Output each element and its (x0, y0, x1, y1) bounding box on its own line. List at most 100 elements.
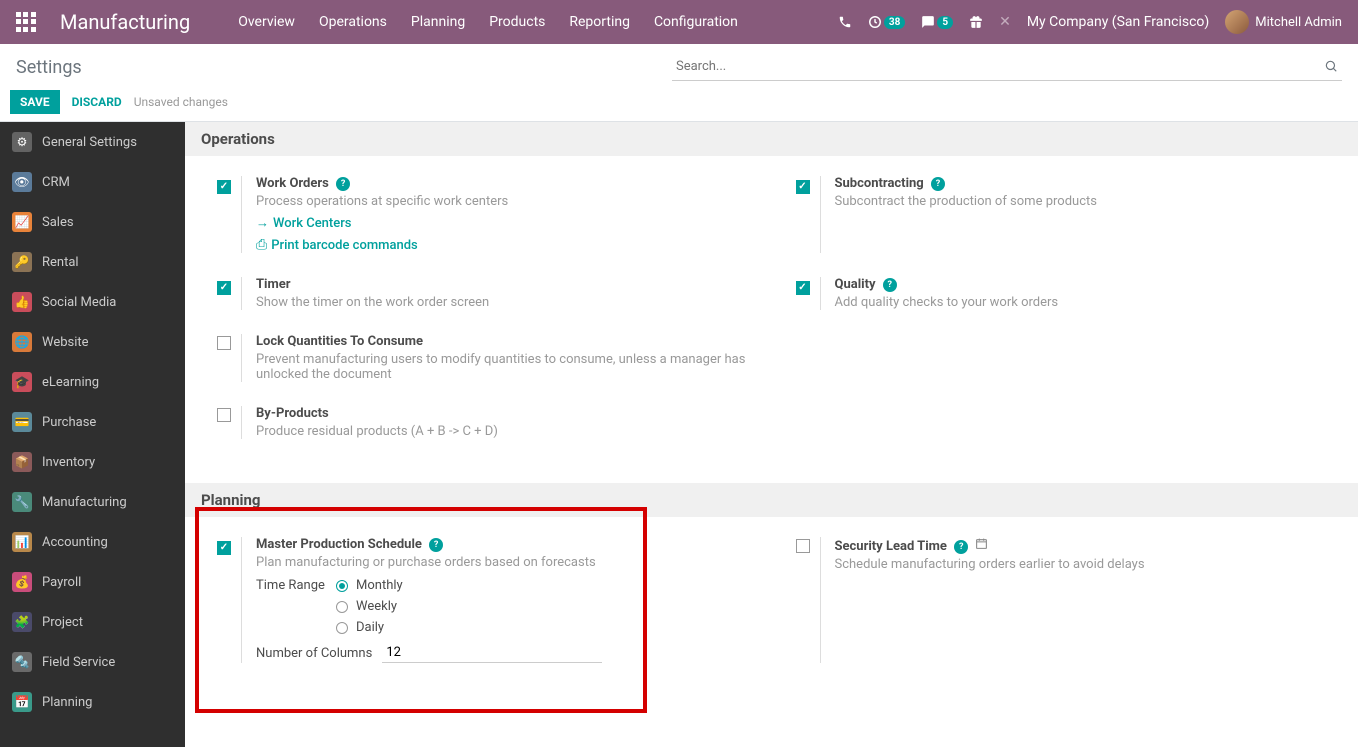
apps-grid-icon[interactable] (16, 12, 36, 32)
help-icon[interactable]: ? (429, 538, 443, 552)
general-settings-icon: ⚙ (12, 132, 32, 152)
sidebar-item-rental[interactable]: 🔑Rental (0, 242, 185, 282)
sidebar-item-label: Planning (42, 695, 92, 710)
radio-weekly[interactable] (336, 601, 348, 613)
mps-label: Master Production Schedule (256, 537, 422, 552)
main-layout: ⚙ General Settings 👁 CRM 📈Sales🔑Rental👍Socia… (0, 122, 1358, 747)
sidebar-item-sales[interactable]: 📈Sales (0, 202, 185, 242)
checkbox-byproducts[interactable] (217, 408, 231, 422)
sidebar-item-manufacturing[interactable]: 🔧Manufacturing (0, 482, 185, 522)
section-operations: Work Orders ? Process operations at spec… (201, 156, 1358, 483)
project-icon: 🧩 (12, 612, 32, 632)
sidebar-item-label: Inventory (42, 455, 95, 470)
sidebar-item-inventory[interactable]: 📦 Inventory (0, 442, 185, 482)
help-icon[interactable]: ? (336, 177, 350, 191)
accounting-icon: 📊 (12, 532, 32, 552)
nav-reporting[interactable]: Reporting (569, 14, 630, 30)
sidebar-item-label: CRM (42, 175, 70, 190)
action-bar: SAVE DISCARD Unsaved changes (0, 90, 1358, 122)
sidebar-item-label: Purchase (42, 415, 96, 430)
help-icon[interactable]: ? (883, 278, 897, 292)
website-icon: 🌐 (12, 332, 32, 352)
calendar-icon (975, 539, 988, 554)
sidebar-item-project[interactable]: 🧩 Project (0, 602, 185, 642)
activity-icon[interactable]: 38 (868, 15, 905, 29)
work-orders-desc: Process operations at specific work cent… (256, 194, 764, 209)
navbar-right: 38 5 ✕ My Company (San Francisco) Mitche… (838, 10, 1342, 34)
checkbox-quality[interactable] (796, 281, 810, 295)
timer-desc: Show the timer on the work order screen (256, 295, 764, 310)
phone-icon[interactable] (838, 15, 852, 29)
section-planning-header: Planning (185, 483, 1358, 517)
sidebar-item-planning[interactable]: 📅Planning (0, 682, 185, 722)
crm-icon: 👁 (12, 172, 32, 192)
link-work-centers[interactable]: Work Centers (256, 215, 764, 231)
manufacturing-icon: 🔧 (12, 492, 32, 512)
sidebar-item-accounting[interactable]: 📊 Accounting (0, 522, 185, 562)
company-name[interactable]: My Company (San Francisco) (1027, 14, 1209, 30)
setting-subcontracting: Subcontracting ? Subcontract the product… (780, 176, 1358, 277)
sidebar-item-label: Accounting (42, 535, 108, 550)
radio-daily[interactable] (336, 622, 348, 634)
sidebar-item-label: Payroll (42, 575, 81, 590)
subcontracting-label: Subcontracting (835, 176, 924, 191)
search-icon[interactable] (1324, 59, 1338, 77)
checkbox-subcontracting[interactable] (796, 180, 810, 194)
num-cols-input[interactable] (382, 643, 602, 663)
chat-icon[interactable]: 5 (921, 15, 953, 29)
num-cols-label: Number of Columns (256, 646, 372, 661)
quality-desc: Add quality checks to your work orders (835, 295, 1343, 310)
sidebar-item-general-settings[interactable]: ⚙ General Settings (0, 122, 185, 162)
sidebar-item-label: Website (42, 335, 89, 350)
inventory-icon: 📦 (12, 452, 32, 472)
time-range-group: Time Range Monthly Weekly Daily (256, 578, 764, 635)
sidebar-item-purchase[interactable]: 💳Purchase (0, 402, 185, 442)
save-button[interactable]: SAVE (10, 90, 60, 114)
nav-configuration[interactable]: Configuration (654, 14, 738, 30)
search-box (672, 53, 1342, 81)
rental-icon: 🔑 (12, 252, 32, 272)
setting-lock-quantities: Lock Quantities To Consume Prevent manuf… (201, 334, 780, 406)
social-media-icon: 👍 (12, 292, 32, 312)
sidebar-item-elearning[interactable]: 🎓eLearning (0, 362, 185, 402)
checkbox-timer[interactable] (217, 281, 231, 295)
nav-products[interactable]: Products (489, 14, 545, 30)
setting-security-lead-time: Security Lead Time ? Schedule manufactur… (780, 537, 1358, 687)
elearning-icon: 🎓 (12, 372, 32, 392)
gift-icon[interactable] (969, 15, 983, 29)
sidebar-item-crm[interactable]: 👁 CRM (0, 162, 185, 202)
nav-menu: Overview Operations Planning Products Re… (238, 14, 838, 30)
user-menu[interactable]: Mitchell Admin (1225, 10, 1342, 34)
sales-icon: 📈 (12, 212, 32, 232)
nav-planning[interactable]: Planning (411, 14, 465, 30)
checkbox-security-lead-time[interactable] (796, 539, 810, 553)
radio-monthly[interactable] (336, 580, 348, 592)
sidebar-item-label: Project (42, 615, 83, 630)
work-orders-label: Work Orders (256, 176, 329, 191)
nav-operations[interactable]: Operations (319, 14, 387, 30)
sidebar-item-field-service[interactable]: 🔩Field Service (0, 642, 185, 682)
app-brand: Manufacturing (60, 10, 190, 34)
mps-desc: Plan manufacturing or purchase orders ba… (256, 555, 764, 570)
help-icon[interactable]: ? (931, 177, 945, 191)
help-icon[interactable]: ? (954, 540, 968, 554)
link-print-barcode[interactable]: Print barcode commands (256, 237, 764, 253)
checkbox-mps[interactable] (217, 541, 231, 555)
sidebar-item-website[interactable]: 🌐 Website (0, 322, 185, 362)
setting-byproducts: By-Products Produce residual products (A… (201, 406, 780, 463)
byproducts-desc: Produce residual products (A + B -> C + … (256, 424, 764, 439)
checkbox-work-orders[interactable] (217, 180, 231, 194)
sidebar-item-social-media[interactable]: 👍Social Media (0, 282, 185, 322)
lock-quantities-desc: Prevent manufacturing users to modify qu… (256, 352, 764, 382)
checkbox-lock-quantities[interactable] (217, 336, 231, 350)
radio-monthly-label: Monthly (356, 578, 403, 593)
sidebar-item-payroll[interactable]: 💰 Payroll (0, 562, 185, 602)
tools-icon[interactable]: ✕ (999, 14, 1011, 30)
search-input[interactable] (672, 53, 1342, 81)
radio-weekly-label: Weekly (356, 599, 397, 614)
nav-overview[interactable]: Overview (238, 14, 295, 30)
sidebar-item-label: General Settings (42, 135, 137, 150)
timer-label: Timer (256, 277, 291, 292)
payroll-icon: 💰 (12, 572, 32, 592)
discard-button[interactable]: DISCARD (72, 95, 122, 109)
